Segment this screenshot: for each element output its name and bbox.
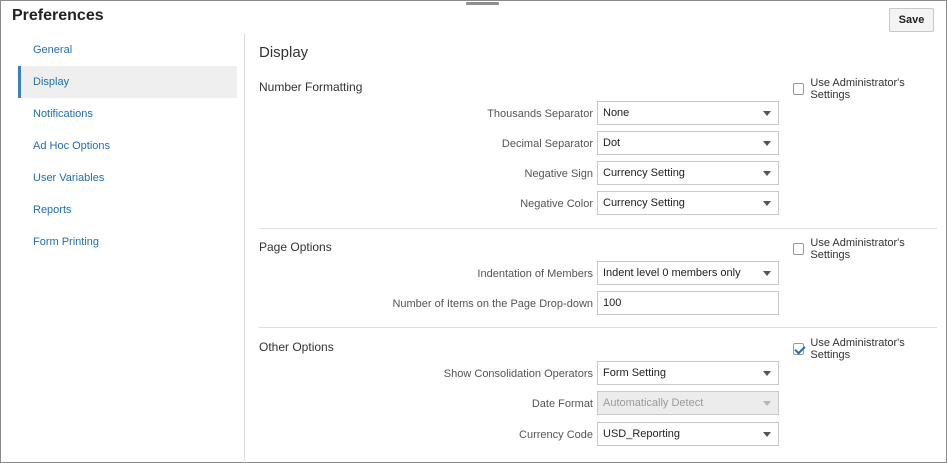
negative-color-select[interactable]: Currency Setting [597,191,779,215]
indentation-of-members-select[interactable]: Indent level 0 members only [597,261,779,285]
admin-settings-label: Use Administrator's Settings [810,77,905,101]
section-title-page-options: Page Options [259,240,332,254]
chevron-down-icon [763,111,771,116]
display-panel: Display Number Formatting Use Administra… [259,0,939,463]
decimal-separator-value: Dot [603,137,621,149]
chevron-down-icon [763,141,771,146]
chevron-down-icon [763,401,771,406]
thousands-separator-select[interactable]: None [597,101,779,125]
sidebar-item-reports[interactable]: Reports [18,194,237,226]
decimal-separator-label: Decimal Separator [501,138,593,150]
sidebar-item-notifications[interactable]: Notifications [18,98,237,130]
indentation-of-members-label: Indentation of Members [477,268,593,280]
show-consolidation-operators-value: Form Setting [603,367,666,379]
negative-sign-value: Currency Setting [603,167,685,179]
admin-settings-checkbox[interactable] [793,83,805,95]
admin-settings-label: Use Administrator's Settings [810,237,905,261]
decimal-separator-select[interactable]: Dot [597,131,779,155]
date-format-value: Automatically Detect [603,397,704,409]
thousands-separator-label: Thousands Separator [487,108,593,120]
sidebar: General Display Notifications Ad Hoc Opt… [18,34,237,258]
items-on-page-dropdown-input[interactable]: 100 [597,291,779,315]
show-consolidation-operators-label: Show Consolidation Operators [443,368,593,380]
currency-code-label: Currency Code [519,429,593,441]
chevron-down-icon [763,271,771,276]
admin-settings-checkbox[interactable] [793,343,805,355]
chevron-down-icon [763,171,771,176]
sidebar-divider [244,34,245,463]
section-title-other-options: Other Options [259,340,334,354]
currency-code-select[interactable]: USD_Reporting [597,422,779,446]
currency-code-value: USD_Reporting [603,428,681,440]
items-on-page-dropdown-value: 100 [603,297,622,309]
negative-sign-label: Negative Sign [524,168,594,180]
items-on-page-dropdown-label: Number of Items on the Page Drop-down [392,298,593,310]
admin-settings-checkbox[interactable] [793,243,805,255]
sidebar-item-display[interactable]: Display [18,66,237,98]
thousands-separator-value: None [603,107,630,119]
chevron-down-icon [763,201,771,206]
page-title: Preferences [12,7,104,24]
chevron-down-icon [763,432,771,437]
section-divider [259,228,937,229]
negative-color-label: Negative Color [520,198,593,210]
date-format-label: Date Format [531,398,593,410]
show-consolidation-operators-select[interactable]: Form Setting [597,361,779,385]
admin-settings-label: Use Administrator's Settings [810,337,905,361]
admin-settings-toggle-number-formatting[interactable]: Use Administrator's Settings [793,77,939,101]
admin-settings-toggle-other-options[interactable]: Use Administrator's Settings [793,337,939,361]
negative-sign-select[interactable]: Currency Setting [597,161,779,185]
admin-settings-toggle-page-options[interactable]: Use Administrator's Settings [793,237,939,261]
chevron-down-icon [763,371,771,376]
sidebar-item-general[interactable]: General [18,34,237,66]
sidebar-item-user-variables[interactable]: User Variables [18,162,237,194]
sidebar-item-ad-hoc-options[interactable]: Ad Hoc Options [18,130,237,162]
section-divider [259,327,937,328]
panel-title: Display [259,44,309,61]
negative-color-value: Currency Setting [603,197,685,209]
indentation-of-members-value: Indent level 0 members only [603,267,741,279]
date-format-select: Automatically Detect [597,391,779,415]
sidebar-item-form-printing[interactable]: Form Printing [18,226,237,258]
section-title-number-formatting: Number Formatting [259,80,363,94]
